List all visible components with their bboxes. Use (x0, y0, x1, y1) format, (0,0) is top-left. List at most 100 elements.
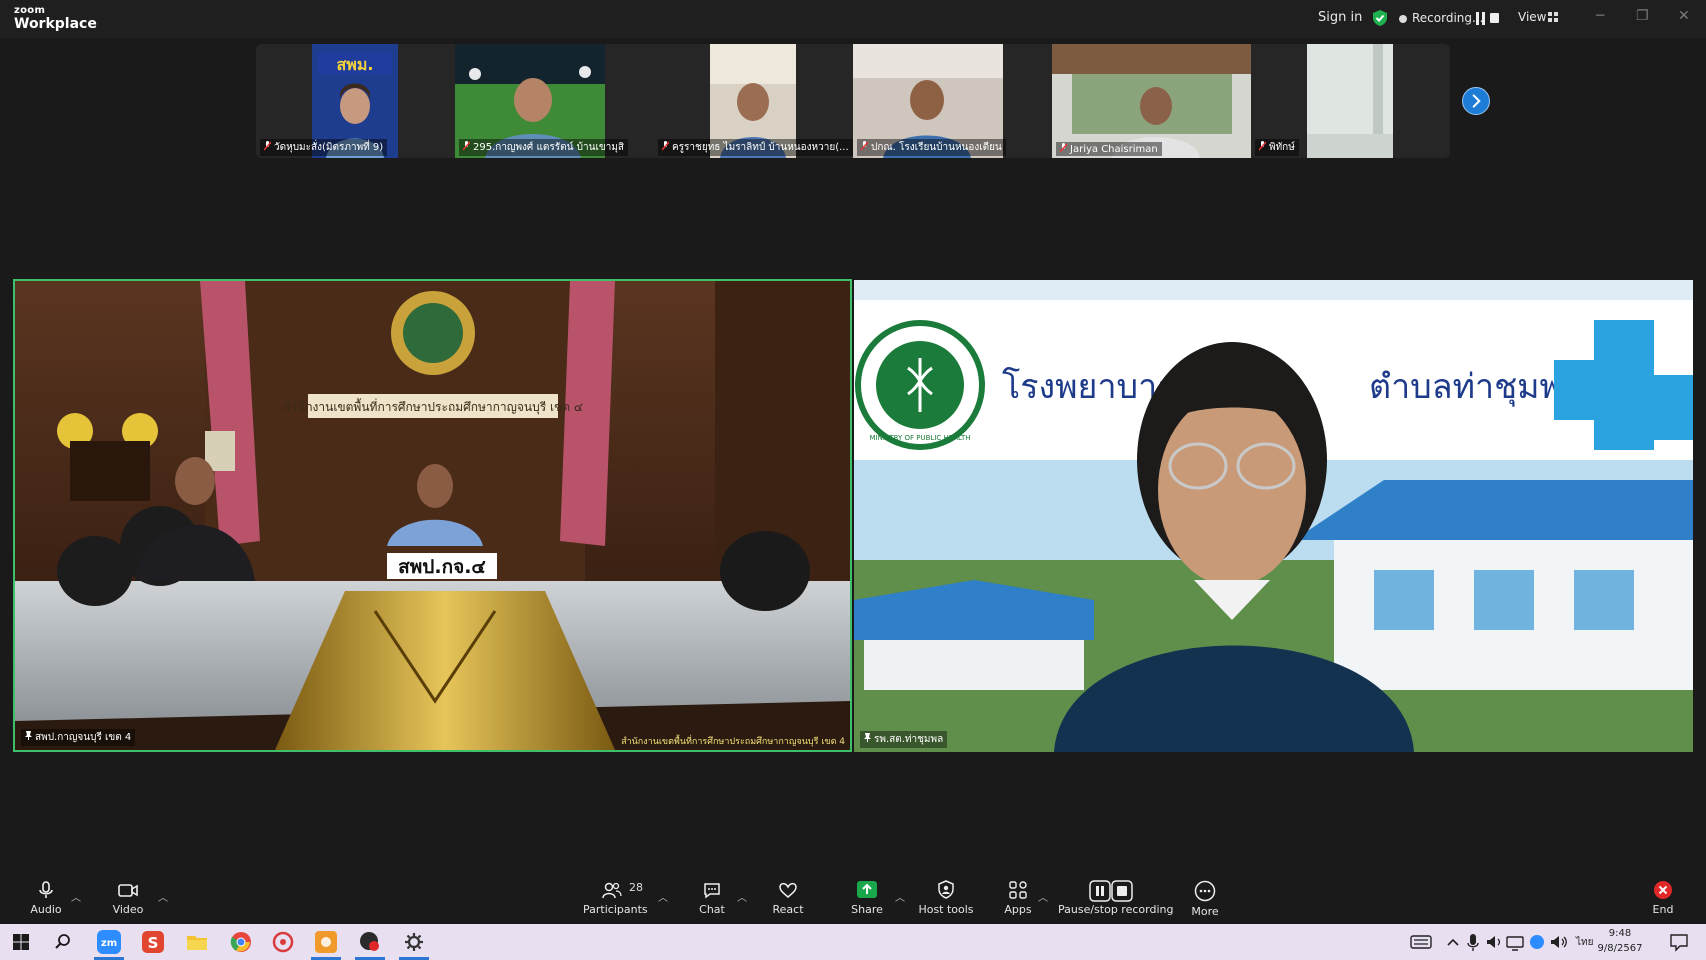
mic-muted-icon (662, 141, 669, 151)
participant-strip: สพม. วัดหุบมะสั่ง(มิตรภาพที่ 9) 295.กาญพ… (256, 44, 1450, 158)
zoom-app-icon[interactable]: zm (96, 929, 122, 955)
mic-muted-icon (1259, 141, 1266, 151)
participant-name: พิทักษ์ (1255, 139, 1299, 156)
volume-tray-icon[interactable] (1545, 929, 1571, 955)
participant-name-text: 295.กาญพงศ์ แตรรัตน์ บ้านเขามุสิ (473, 142, 625, 153)
sign-in-button[interactable]: Sign in (1318, 10, 1362, 25)
minimize-icon[interactable]: ─ (1596, 8, 1604, 24)
react-button[interactable]: React (768, 871, 808, 924)
participant-name: Jariya Chaisriman (1056, 142, 1162, 156)
chrome-icon[interactable] (228, 929, 254, 955)
search-icon[interactable] (50, 929, 76, 955)
mic-muted-icon (463, 141, 470, 151)
shield-check-icon[interactable] (1371, 9, 1389, 27)
main-video-left[interactable]: สำนักงานเขตพื้นที่การศึกษาประถมศึกษากาญจ… (13, 279, 852, 752)
title-bar: zoom Workplace Sign in Recording... View… (0, 0, 1706, 38)
audio-label: Audio (30, 903, 62, 916)
conference-room-video: สำนักงานเขตพื้นที่การศึกษาประถมศึกษากาญจ… (15, 281, 850, 750)
share-screen-icon (857, 881, 877, 898)
svg-text:สพม.: สพม. (337, 55, 374, 74)
share-options-chevron-icon[interactable]: ︿ (895, 889, 905, 904)
participants-count: 28 (629, 881, 643, 894)
host-shield-icon (938, 880, 954, 899)
participants-options-chevron-icon[interactable]: ︿ (658, 889, 668, 904)
chat-button[interactable]: Chat (692, 871, 732, 924)
recording-label[interactable]: Recording... (1412, 11, 1483, 25)
more-dots-icon (1194, 880, 1216, 902)
participant-tile[interactable]: พิทักษ์ (1251, 44, 1450, 158)
notifications-icon[interactable] (1666, 929, 1692, 955)
app-orange-icon[interactable] (313, 929, 339, 955)
office-sign-text: สำนักงานเขตพื้นที่การศึกษาประถมศึกษากาญจ… (283, 398, 583, 415)
clock-time[interactable]: 9:48 (1590, 928, 1650, 939)
app-red-circle-icon[interactable] (270, 929, 296, 955)
apps-grid-icon (1009, 881, 1027, 899)
apps-button[interactable]: Apps (998, 871, 1038, 924)
logo-small-text: zoom (14, 5, 46, 16)
participants-label: Participants (583, 903, 648, 916)
health-center-video: MINISTRY OF PUBLIC HEALTH โรงพยาบาล ตำบล… (854, 280, 1693, 752)
view-button[interactable]: View (1518, 10, 1546, 24)
keyboard-icon[interactable] (1408, 929, 1434, 955)
host-tools-button[interactable]: Host tools (916, 871, 976, 924)
end-meeting-button[interactable]: End (1645, 871, 1681, 924)
clock-date[interactable]: 9/8/2567 (1590, 943, 1650, 954)
participant-tile[interactable]: Jariya Chaisriman (1052, 44, 1251, 158)
participant-tile[interactable]: สพม. วัดหุบมะสั่ง(มิตรภาพที่ 9) (256, 44, 455, 158)
video-options-chevron-icon[interactable]: ︿ (158, 889, 168, 904)
video-name-label: สพป.กาญจนบุรี เขต 4 (21, 729, 136, 746)
video-button[interactable]: Video (108, 871, 148, 924)
participant-video (1052, 44, 1251, 158)
pause-stop-icon (1089, 880, 1133, 902)
pin-icon (25, 731, 32, 740)
file-explorer-icon[interactable] (184, 929, 210, 955)
share-label: Share (851, 903, 883, 916)
apps-options-chevron-icon[interactable]: ︿ (1038, 889, 1048, 904)
participant-tile[interactable]: ครูราชยุทธ ไมราลิทป์ บ้านหนองหวาย(... (654, 44, 853, 158)
video-name-text: สพป.กาญจนบุรี เขต 4 (35, 732, 132, 743)
close-window-icon[interactable]: ✕ (1678, 8, 1690, 24)
audio-options-chevron-icon[interactable]: ︿ (71, 889, 81, 904)
chat-options-chevron-icon[interactable]: ︿ (737, 889, 747, 904)
pause-stop-label: Pause/stop recording (1058, 903, 1174, 916)
share-button[interactable]: Share (847, 871, 887, 924)
windows-start-icon[interactable] (8, 929, 34, 955)
app-s-icon[interactable]: S (140, 929, 166, 955)
participant-name: ครูราชยุทธ ไมราลิทป์ บ้านหนองหวาย(... (658, 139, 853, 156)
participant-tile[interactable]: ปกณ. โรงเรียนบ้านหนองเตียน (853, 44, 1052, 158)
chat-bubble-icon (704, 883, 720, 899)
main-video-right[interactable]: MINISTRY OF PUBLIC HEALTH โรงพยาบาล ตำบล… (854, 280, 1693, 752)
pause-icon[interactable] (1476, 12, 1485, 25)
next-page-chevron-icon[interactable] (1462, 87, 1490, 115)
participant-name: วัดหุบมะสั่ง(มิตรภาพที่ 9) (260, 139, 388, 156)
participants-icon (602, 882, 622, 899)
host-tools-label: Host tools (918, 903, 974, 916)
participant-name-text: Jariya Chaisriman (1070, 144, 1158, 155)
stop-icon[interactable] (1490, 13, 1499, 23)
app-red-dot-icon[interactable] (357, 929, 383, 955)
more-button[interactable]: More (1185, 871, 1225, 924)
apps-label: Apps (1004, 903, 1032, 916)
end-label: End (1652, 903, 1674, 916)
microphone-icon (39, 881, 53, 898)
participant-name-text: ครูราชยุทธ ไมราลิทป์ บ้านหนองหวาย(... (672, 142, 849, 153)
meeting-toolbar: Audio ︿ Video ︿ Participants 28 ︿ Chat ︿… (0, 871, 1706, 924)
pause-stop-recording-button[interactable]: Pause/stop recording (1058, 871, 1174, 924)
participant-tile[interactable]: 295.กาญพงศ์ แตรรัตน์ บ้านเขามุสิ (455, 44, 654, 158)
participants-button[interactable]: Participants (583, 871, 648, 924)
end-call-icon (1654, 881, 1672, 899)
maximize-icon[interactable]: ❐ (1636, 8, 1649, 24)
video-camera-icon (118, 884, 138, 897)
svg-text:zm: zm (101, 938, 117, 949)
zoom-workplace-logo: zoom Workplace (14, 5, 97, 32)
audio-button[interactable]: Audio (26, 871, 66, 924)
mic-muted-icon (861, 141, 868, 151)
participant-name: 295.กาญพงศ์ แตรรัตน์ บ้านเขามุสิ (459, 139, 629, 156)
pin-icon (864, 733, 871, 742)
logo-big-text: Workplace (14, 16, 97, 32)
settings-gear-icon[interactable] (401, 929, 427, 955)
desk-sign-text: สพป.กจ.๔ (398, 556, 486, 578)
mic-muted-icon (264, 141, 271, 151)
heart-icon (779, 882, 797, 898)
grid-view-icon[interactable] (1548, 12, 1558, 22)
